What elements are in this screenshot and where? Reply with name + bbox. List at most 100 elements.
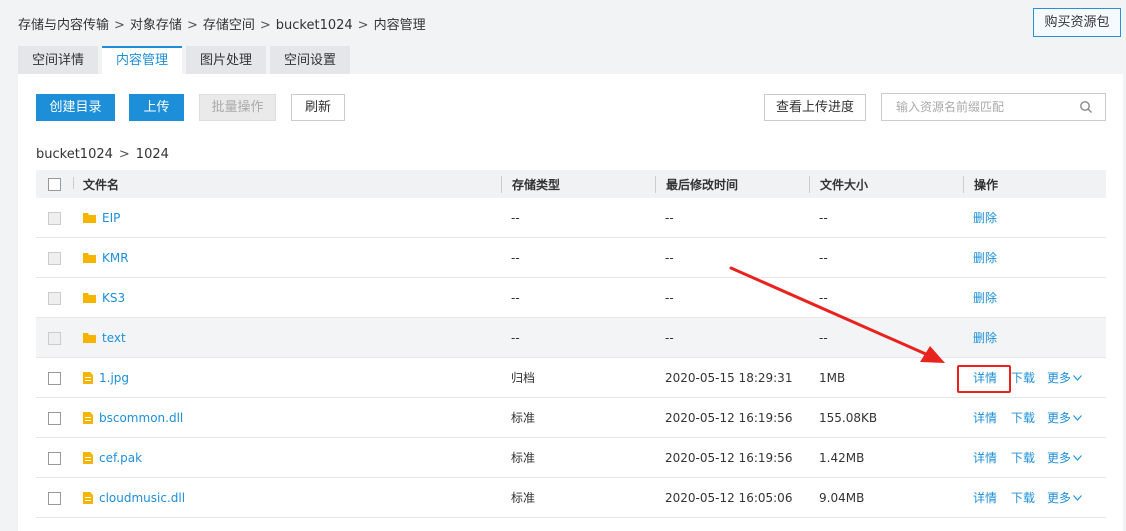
breadcrumb-item[interactable]: 对象存储 [130, 18, 182, 33]
search-input[interactable] [896, 94, 1086, 120]
search-box [881, 93, 1106, 121]
delete-link[interactable]: 删除 [973, 289, 997, 306]
folder-icon [83, 332, 96, 343]
file-name-link[interactable]: 1.jpg [99, 371, 129, 385]
operation-cell: 删除 [963, 249, 1106, 266]
breadcrumb-separator: > [186, 18, 198, 33]
file-icon [83, 371, 93, 384]
more-label: 更多 [1047, 371, 1072, 385]
select-all-checkbox[interactable] [48, 178, 61, 191]
row-checkbox-cell [36, 451, 83, 465]
detail-link[interactable]: 详情 [973, 489, 997, 506]
modified-time-cell: -- [665, 330, 674, 345]
row-checkbox[interactable] [48, 211, 61, 225]
batch-operation-button[interactable]: 批量操作 [199, 94, 276, 121]
folder-name-link[interactable]: EIP [102, 211, 120, 225]
operation-cell: 删除 [963, 329, 1106, 346]
table-row: KMR -- -- -- 删除 [36, 238, 1106, 278]
row-checkbox[interactable] [48, 251, 61, 265]
create-directory-button[interactable]: 创建目录 [36, 94, 115, 121]
row-checkbox-cell [36, 291, 83, 305]
file-size-cell: -- [819, 250, 828, 265]
table-row: text -- -- -- 删除 [36, 318, 1106, 358]
path-root[interactable]: bucket1024 [36, 147, 113, 162]
chevron-down-icon [1073, 454, 1082, 461]
row-checkbox-cell [36, 211, 83, 225]
name-cell: text [83, 331, 501, 345]
path-separator: > [118, 147, 130, 162]
column-header-file-size: 文件大小 [809, 175, 963, 193]
file-size-cell: 1MB [819, 370, 846, 385]
folder-icon [83, 252, 96, 263]
file-size-cell: -- [819, 210, 828, 225]
modified-time-cell: 2020-05-12 16:19:56 [665, 450, 793, 465]
tab-space-detail[interactable]: 空间详情 [18, 46, 99, 74]
detail-link[interactable]: 详情 [973, 409, 997, 426]
more-dropdown[interactable]: 更多 [1047, 489, 1082, 506]
row-checkbox[interactable] [48, 491, 61, 505]
name-cell: 1.jpg [83, 371, 501, 385]
file-size-cell: 155.08KB [819, 410, 878, 425]
folder-name-link[interactable]: text [102, 331, 126, 345]
delete-link[interactable]: 删除 [973, 209, 997, 226]
chevron-down-icon [1073, 414, 1082, 421]
detail-link[interactable]: 详情 [973, 369, 997, 386]
tab-image-processing[interactable]: 图片处理 [186, 46, 267, 74]
breadcrumb-item[interactable]: bucket1024 [276, 18, 353, 33]
download-link[interactable]: 下载 [1011, 369, 1035, 386]
folder-name-link[interactable]: KMR [102, 251, 129, 265]
delete-link[interactable]: 删除 [973, 329, 997, 346]
row-checkbox[interactable] [48, 331, 61, 345]
file-name-link[interactable]: cef.pak [99, 451, 142, 465]
row-checkbox[interactable] [48, 411, 61, 425]
storage-type-cell: 标准 [511, 411, 536, 425]
breadcrumb: 存储与内容传输 > 对象存储 > 存储空间 > bucket1024 > 内容管理 [18, 14, 426, 33]
storage-type-cell: -- [511, 250, 520, 265]
more-label: 更多 [1047, 451, 1072, 465]
folder-icon [83, 292, 96, 303]
chevron-down-icon [1073, 494, 1082, 501]
file-size-cell: 9.04MB [819, 490, 865, 505]
upload-button[interactable]: 上传 [129, 94, 184, 121]
more-dropdown[interactable]: 更多 [1047, 449, 1082, 466]
header-checkbox-cell [36, 177, 83, 191]
refresh-button[interactable]: 刷新 [291, 94, 345, 121]
search-icon[interactable] [1079, 100, 1093, 114]
row-checkbox[interactable] [48, 371, 61, 385]
download-link[interactable]: 下载 [1011, 489, 1035, 506]
more-dropdown[interactable]: 更多 [1047, 409, 1082, 426]
column-header-operation: 操作 [963, 175, 1106, 193]
table-row: cloudmusic.dll 标准 2020-05-12 16:05:06 9.… [36, 478, 1106, 518]
content-panel: 创建目录 上传 批量操作 刷新 查看上传进度 bucket1024 >1024 文… [18, 74, 1123, 531]
tab-bar: 空间详情 内容管理 图片处理 空间设置 [18, 46, 354, 74]
file-name-link[interactable]: cloudmusic.dll [99, 491, 185, 505]
view-upload-progress-button[interactable]: 查看上传进度 [764, 94, 866, 121]
detail-link[interactable]: 详情 [973, 449, 997, 466]
more-label: 更多 [1047, 491, 1072, 505]
modified-time-cell: 2020-05-12 16:19:56 [665, 410, 793, 425]
download-link[interactable]: 下载 [1011, 449, 1035, 466]
storage-type-cell: 标准 [511, 491, 536, 505]
breadcrumb-separator: > [114, 18, 125, 33]
storage-type-cell: 归档 [511, 371, 536, 385]
table-row: EIP -- -- -- 删除 [36, 198, 1106, 238]
breadcrumb-item[interactable]: 存储与内容传输 [18, 18, 109, 33]
buy-resource-pack-button[interactable]: 购买资源包 [1033, 8, 1121, 37]
delete-link[interactable]: 删除 [973, 249, 997, 266]
name-cell: EIP [83, 211, 501, 225]
operation-cell: 详情 下载 更多 [963, 449, 1106, 466]
row-checkbox-cell [36, 331, 83, 345]
tab-space-settings[interactable]: 空间设置 [270, 46, 351, 74]
folder-name-link[interactable]: KS3 [102, 291, 125, 305]
modified-time-cell: 2020-05-15 18:29:31 [665, 370, 793, 385]
chevron-down-icon [1073, 374, 1082, 381]
directory-path: bucket1024 >1024 [36, 147, 169, 162]
row-checkbox-cell [36, 371, 83, 385]
row-checkbox[interactable] [48, 291, 61, 305]
file-name-link[interactable]: bscommon.dll [99, 411, 183, 425]
breadcrumb-item[interactable]: 存储空间 [203, 18, 255, 33]
download-link[interactable]: 下载 [1011, 409, 1035, 426]
more-dropdown[interactable]: 更多 [1047, 369, 1082, 386]
tab-content-management[interactable]: 内容管理 [102, 46, 183, 74]
row-checkbox[interactable] [48, 451, 61, 465]
